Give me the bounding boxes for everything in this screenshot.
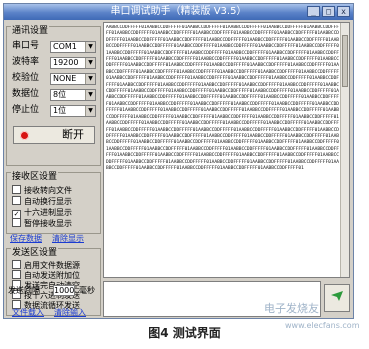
minimize-button[interactable]: _ (307, 6, 320, 17)
send-settings-title: 发送区设置 (11, 248, 59, 259)
receive-scrollbar[interactable] (340, 23, 349, 277)
title-bar[interactable]: 串口调试助手（精装版 V3.5） _ □ x (4, 4, 353, 20)
chevron-down-icon: ▼ (85, 90, 95, 100)
comm-settings-title: 通讯设置 (11, 26, 50, 37)
stopbits-value: 1位 (53, 106, 67, 115)
clear-input-link[interactable]: 清除输入 (54, 308, 86, 318)
recv-option-pause[interactable]: 暂停接收显示 (12, 218, 72, 229)
recv-option-to-file[interactable]: 接收转向文件 (12, 185, 72, 196)
databits-label: 数据位 (12, 89, 40, 99)
led-icon (20, 131, 29, 140)
checkbox[interactable] (12, 185, 21, 194)
recv-option-auto-wrap[interactable]: 自动换行显示 (12, 196, 72, 207)
databits-value: 8位 (53, 90, 67, 99)
stopbits-select[interactable]: 1位 ▼ (50, 105, 96, 117)
baud-label: 波特率 (12, 57, 40, 67)
port-label: 串口号 (12, 41, 40, 51)
parity-select[interactable]: NONE ▼ (50, 73, 96, 85)
option-label: 启用文件数据源 (24, 261, 80, 270)
databits-select[interactable]: 8位 ▼ (50, 89, 96, 101)
figure-caption: 图4 测试界面 (148, 326, 221, 340)
maximize-button[interactable]: □ (322, 6, 335, 17)
stopbits-label: 停止位 (12, 105, 40, 115)
open-close-label: 断开 (62, 128, 84, 141)
send-interval-label: 发送间隔 (8, 286, 40, 295)
comm-settings-group: 通讯设置 串口号 COM1 ▼ 波特率 19200 ▼ 校验位 NONE ▼ 数据位 … (6, 26, 101, 166)
checkbox[interactable] (12, 218, 21, 227)
baud-value: 19200 (53, 58, 79, 67)
settings-panel: 通讯设置 串口号 COM1 ▼ 波特率 19200 ▼ 校验位 NONE ▼ 数据位 … (6, 22, 101, 318)
checkbox[interactable] (12, 270, 21, 279)
receive-area[interactable]: AABBCCDDFFFFF01AABBCCDDFFFFF01AABBCCDDFF… (103, 22, 350, 278)
scrollbar-thumb[interactable] (342, 35, 348, 87)
recv-settings-title: 接收区设置 (11, 172, 59, 183)
open-close-port-button[interactable]: 断开 (13, 126, 95, 144)
port-value: COM1 (53, 42, 77, 51)
send-interval-unit: 毫秒 (79, 286, 95, 295)
close-button[interactable]: x (337, 6, 350, 17)
checkbox[interactable] (12, 196, 21, 205)
window-title: 串口调试助手（精装版 V3.5） (110, 6, 247, 17)
send-settings-group: 发送区设置 启用文件数据源 自动发送附加位 发送完自动清空 按十六进制发送 数据… (6, 248, 101, 316)
port-select[interactable]: COM1 ▼ (50, 41, 96, 53)
chevron-down-icon: ▼ (85, 74, 95, 84)
chevron-down-icon: ▼ (85, 58, 95, 68)
baud-select[interactable]: 19200 ▼ (50, 57, 96, 69)
app-window: 串口调试助手（精装版 V3.5） _ □ x 通讯设置 串口号 COM1 ▼ 波特… (3, 3, 354, 319)
chevron-down-icon: ▼ (85, 106, 95, 116)
parity-value: NONE (53, 74, 77, 83)
send-icon (331, 291, 343, 301)
option-label: 十六进制显示 (24, 208, 72, 217)
send-interval-input[interactable]: 1000 (53, 285, 75, 296)
option-label: 接收转向文件 (24, 186, 72, 195)
option-label: 自动换行显示 (24, 197, 72, 206)
load-file-link[interactable]: 文件载入 (12, 308, 44, 318)
clear-display-link[interactable]: 清除显示 (52, 234, 84, 244)
checkbox[interactable] (12, 260, 21, 269)
send-button[interactable] (324, 284, 350, 312)
option-label: 自动发送附加位 (24, 271, 80, 280)
recv-settings-group: 接收区设置 接收转向文件 自动换行显示 ✓ 十六进制显示 暂停接收显示 (6, 172, 101, 234)
parity-label: 校验位 (12, 73, 40, 83)
chevron-down-icon: ▼ (85, 42, 95, 52)
save-data-link[interactable]: 保存数据 (10, 234, 42, 244)
receive-text: AABBCCDDFFFFF01AABBCCDDFFFFF01AABBCCDDFF… (106, 25, 339, 171)
option-label: 暂停接收显示 (24, 219, 72, 228)
watermark-brand: 电子发烧友 (264, 302, 319, 315)
